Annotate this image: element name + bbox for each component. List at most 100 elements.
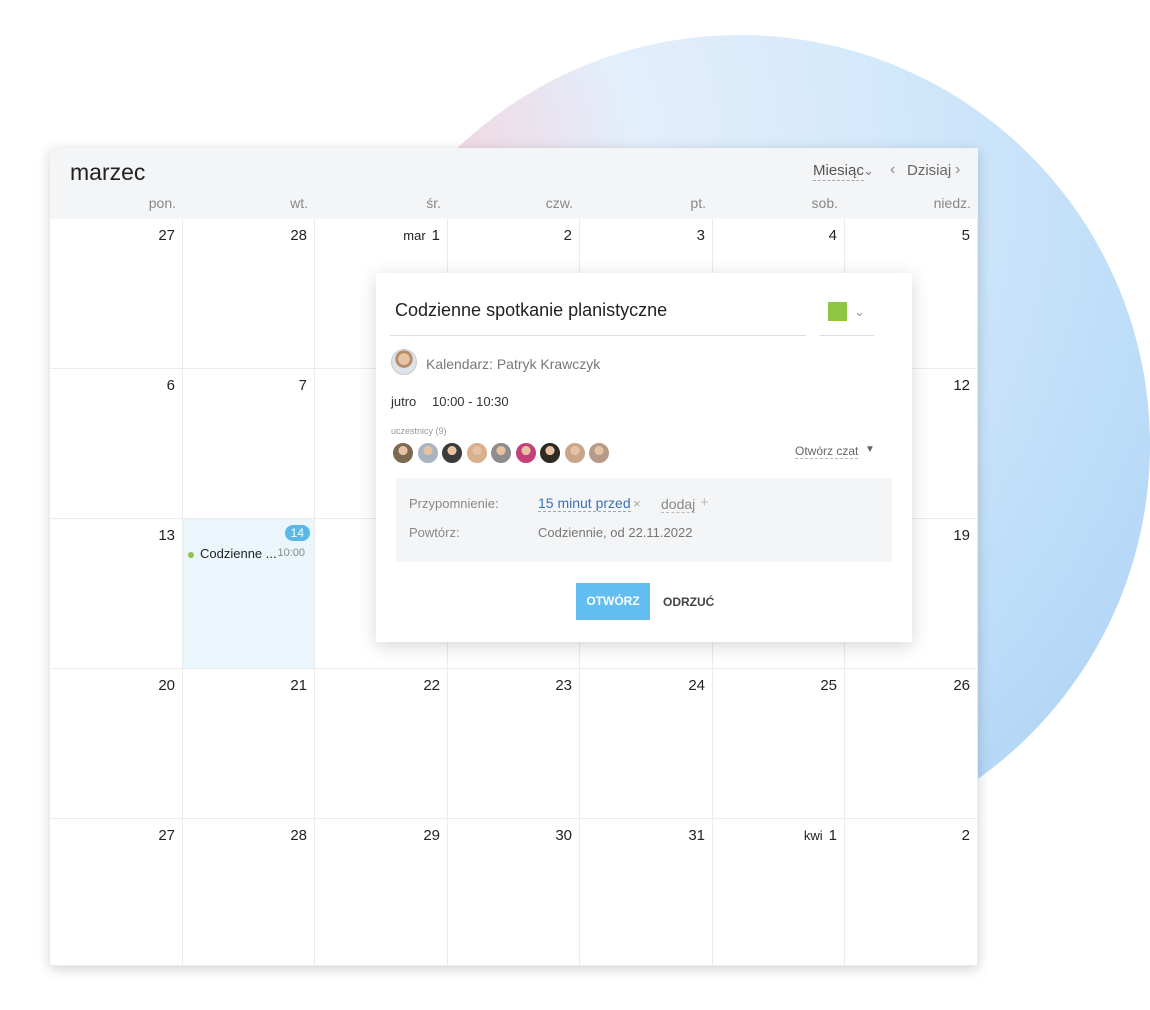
add-reminder-link[interactable]: dodaj bbox=[661, 496, 696, 513]
reminder-label: Przypomnienie: bbox=[409, 496, 499, 511]
reminder-value[interactable]: 15 minut przed bbox=[538, 495, 631, 512]
day-number: 22 bbox=[423, 677, 440, 694]
calendar-header: marzec Miesiąc ⌄ ‹ Dzisiaj › pon. wt. śr. c… bbox=[50, 148, 978, 219]
day-number: 24 bbox=[688, 677, 705, 694]
day-number: 23 bbox=[555, 677, 572, 694]
weekday-label: czw. bbox=[545, 195, 573, 211]
day-cell[interactable]: 26 bbox=[845, 669, 978, 819]
chevron-right-icon[interactable]: › bbox=[955, 161, 960, 179]
day-cell[interactable]: 23 bbox=[448, 669, 580, 819]
day-number: 2 bbox=[962, 827, 970, 844]
attendee-avatar[interactable] bbox=[490, 442, 512, 464]
day-number: 30 bbox=[555, 827, 572, 844]
day-number-text: 26 bbox=[953, 677, 970, 694]
chevron-down-icon[interactable]: ⌄ bbox=[863, 163, 874, 179]
day-cell[interactable]: 20 bbox=[50, 669, 183, 819]
details-box: Przypomnienie: 15 minut przed × dodaj + … bbox=[396, 478, 892, 562]
day-number-text: 5 bbox=[961, 227, 970, 244]
day-number-text: 21 bbox=[290, 677, 307, 694]
day-cell[interactable]: 30 bbox=[448, 819, 580, 966]
attendee-avatar[interactable] bbox=[465, 442, 488, 464]
day-number-text: 25 bbox=[820, 677, 837, 694]
event-title: Codzienne ... bbox=[200, 546, 277, 561]
day-cell[interactable]: 29 bbox=[315, 819, 448, 966]
month-abbr: kwi bbox=[803, 828, 823, 843]
day-cell[interactable]: 24 bbox=[580, 669, 713, 819]
day-cell[interactable]: 28 bbox=[183, 819, 315, 966]
weekday-row: pon. wt. śr. czw. pt. sob. niedz. bbox=[50, 195, 978, 219]
attendee-avatar[interactable] bbox=[539, 442, 561, 464]
day-cell[interactable]: 21 bbox=[183, 669, 315, 819]
day-number-text: 30 bbox=[555, 827, 572, 844]
day-cell[interactable]: 7 bbox=[183, 369, 315, 519]
attendee-avatar[interactable] bbox=[416, 442, 439, 464]
day-number-text: 24 bbox=[688, 677, 705, 694]
day-number-text: 6 bbox=[166, 377, 175, 394]
attendee-avatar[interactable] bbox=[563, 442, 586, 464]
day-number: 7 bbox=[299, 377, 307, 394]
attendee-avatar[interactable] bbox=[514, 442, 537, 464]
day-cell[interactable]: 25 bbox=[713, 669, 845, 819]
day-number: 2 bbox=[564, 227, 572, 244]
day-number: 21 bbox=[290, 677, 307, 694]
dismiss-button[interactable]: ODRZUĆ bbox=[663, 595, 714, 609]
day-cell[interactable]: 13 bbox=[50, 519, 183, 669]
chevron-down-icon[interactable]: ▼ bbox=[865, 444, 875, 455]
day-cell[interactable]: 2 bbox=[845, 819, 978, 966]
day-cell[interactable]: 22 bbox=[315, 669, 448, 819]
day-number: 3 bbox=[697, 227, 705, 244]
day-number-text: 20 bbox=[158, 677, 175, 694]
event-time: 10:00 - 10:30 bbox=[432, 394, 509, 409]
weekday-label: pt. bbox=[690, 195, 706, 211]
day-number-text: 4 bbox=[828, 227, 837, 244]
event-title[interactable]: Codzienne spotkanie planistyczne bbox=[395, 300, 667, 321]
day-number: 28 bbox=[290, 827, 307, 844]
close-icon[interactable]: × bbox=[633, 496, 641, 511]
day-number-text: 31 bbox=[688, 827, 705, 844]
day-cell[interactable]: 6 bbox=[50, 369, 183, 519]
day-number: kwi 1 bbox=[804, 827, 837, 844]
open-chat-link[interactable]: Otwórz czat bbox=[795, 444, 859, 459]
day-cell[interactable]: kwi 1 bbox=[713, 819, 845, 966]
day-number-text: 28 bbox=[290, 827, 307, 844]
plus-icon[interactable]: + bbox=[700, 494, 709, 511]
day-cell[interactable]: 27 bbox=[50, 819, 183, 966]
day-number-text: 1 bbox=[431, 227, 440, 244]
day-number: 28 bbox=[290, 227, 307, 244]
weekday-label: sob. bbox=[811, 195, 838, 211]
color-swatch[interactable] bbox=[828, 302, 847, 321]
day-cell-today[interactable]: 14 Codzienne ... 10:00 bbox=[183, 519, 315, 669]
day-number-text: 22 bbox=[423, 677, 440, 694]
weekday-label: wt. bbox=[290, 195, 308, 211]
day-number-text: 13 bbox=[158, 527, 175, 544]
color-underline bbox=[820, 335, 874, 336]
day-cell[interactable]: 28 bbox=[183, 219, 315, 369]
attendee-avatar[interactable] bbox=[441, 442, 463, 464]
repeat-value: Codziennie, od 22.11.2022 bbox=[538, 525, 693, 540]
day-number-text: 29 bbox=[423, 827, 440, 844]
chevron-down-icon[interactable]: ⌄ bbox=[854, 304, 865, 320]
event-time: 10:00 bbox=[277, 547, 305, 559]
day-number-text: 12 bbox=[953, 377, 970, 394]
day-cell[interactable]: 27 bbox=[50, 219, 183, 369]
view-select[interactable]: Miesiąc bbox=[813, 162, 864, 181]
repeat-label: Powtórz: bbox=[409, 525, 460, 540]
today-button[interactable]: Dzisiaj bbox=[907, 162, 951, 179]
day-number: 13 bbox=[158, 527, 175, 544]
event-dot-icon bbox=[188, 551, 194, 558]
attendee-avatar[interactable] bbox=[588, 442, 610, 464]
event-day: jutro bbox=[391, 394, 417, 409]
attendee-avatar[interactable] bbox=[392, 442, 414, 464]
day-cell[interactable]: 31 bbox=[580, 819, 713, 966]
calendar-event[interactable]: Codzienne ... 10:00 bbox=[188, 546, 310, 561]
day-number-text: 27 bbox=[158, 827, 175, 844]
month-title: marzec bbox=[70, 159, 146, 185]
day-number-text: 27 bbox=[158, 227, 175, 244]
chevron-left-icon[interactable]: ‹ bbox=[890, 161, 895, 179]
day-number-text: 1 bbox=[828, 827, 837, 844]
day-number: 12 bbox=[953, 377, 970, 394]
day-number: 25 bbox=[820, 677, 837, 694]
day-number-text: 3 bbox=[696, 227, 705, 244]
day-number-text: 19 bbox=[953, 527, 970, 544]
open-button[interactable]: OTWÓRZ bbox=[576, 583, 650, 620]
